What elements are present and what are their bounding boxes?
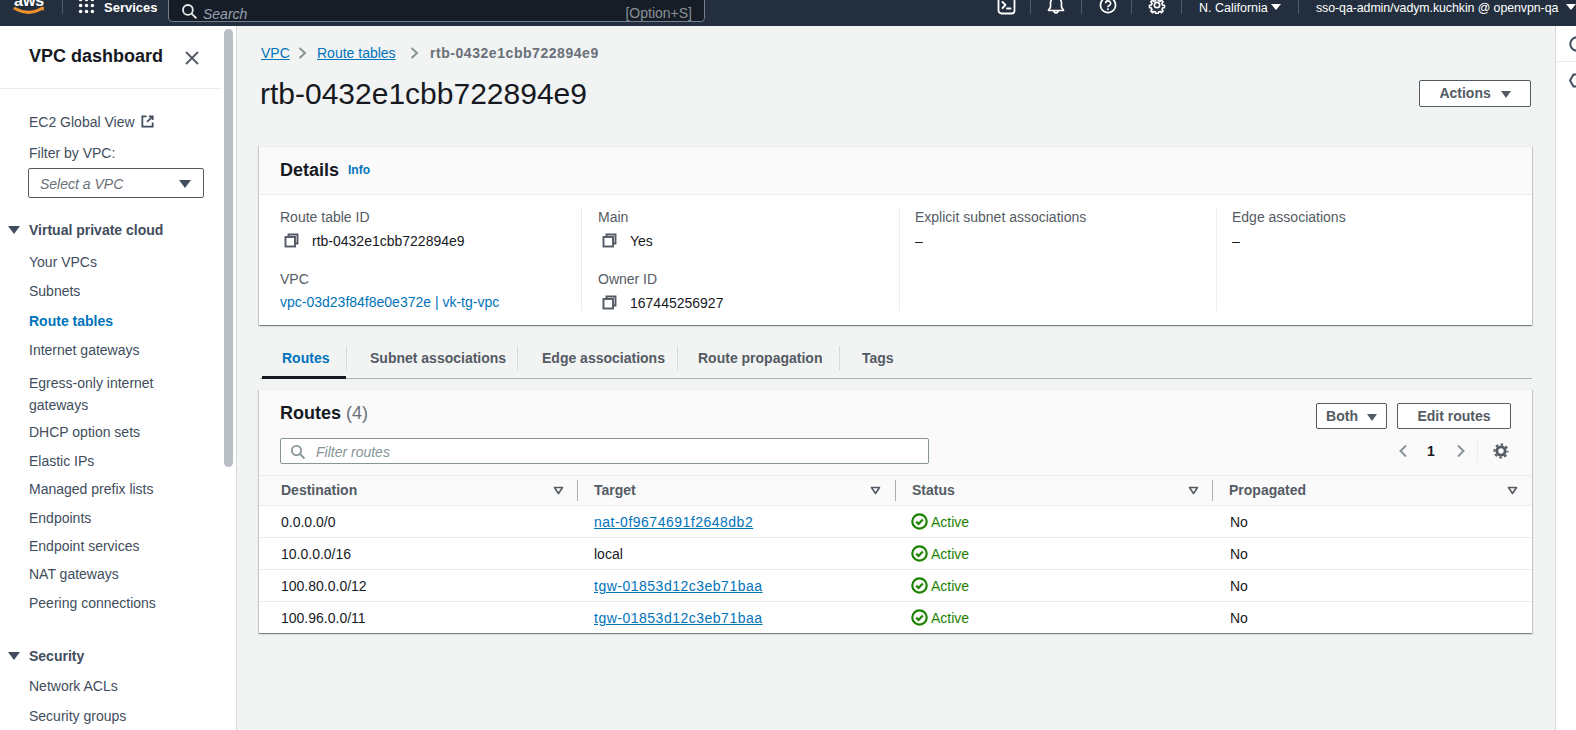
svg-text:aws: aws (14, 0, 44, 9)
